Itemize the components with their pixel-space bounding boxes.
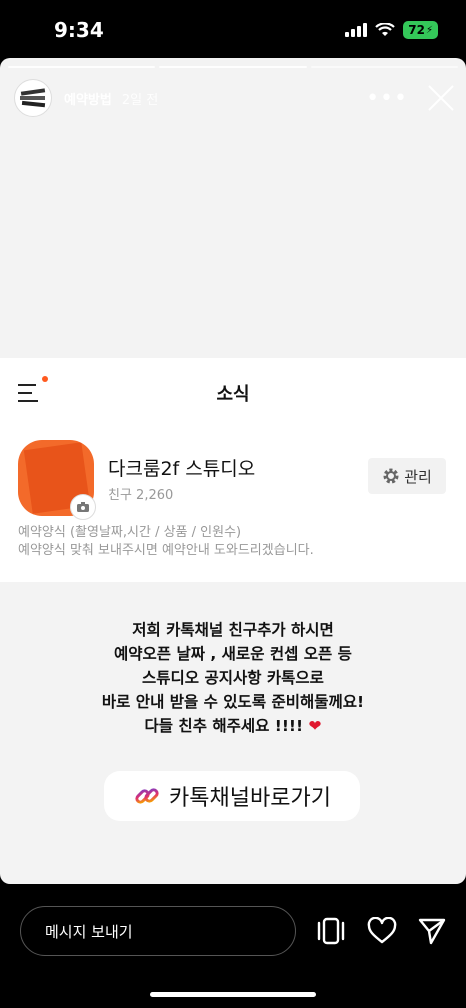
channel-description: 예약양식 (촬영날짜,시간 / 상품 / 인원수) 예약양식 맞춰 보내주시면 … <box>0 518 466 560</box>
link-sticker[interactable]: 카톡채널바로가기 <box>104 771 360 821</box>
status-time: 9:34 <box>54 18 104 42</box>
charging-icon: ⚡ <box>425 24 433 36</box>
home-indicator <box>150 992 316 997</box>
story-text-line: 저희 카톡채널 친구추가 하시면 <box>132 621 334 639</box>
red-heart-icon: ❤ <box>308 717 322 735</box>
kakao-channel-card: 소식 다크룸2f 스튜디오 친구 2,260 관리 예약양식 (촬영날짜,시간 … <box>0 358 466 582</box>
close-icon[interactable] <box>426 83 456 113</box>
progress-segment <box>159 66 307 68</box>
kakao-topbar: 소식 <box>0 358 466 428</box>
channel-name: 다크룸2f 스튜디오 <box>108 458 256 480</box>
story-text-line5: 다들 친추 해주세요 !!!! <box>144 717 304 735</box>
story-text-line: 예약오픈 날짜 , 새로운 컨셉 오픈 등 <box>114 645 352 663</box>
progress-segment <box>310 66 458 68</box>
kakao-page-title: 소식 <box>216 384 250 405</box>
status-icons: 72 ⚡ <box>345 21 438 39</box>
channel-profile-row: 다크룸2f 스튜디오 친구 2,260 관리 <box>0 428 466 520</box>
avatar[interactable] <box>14 79 52 117</box>
story-text-line: 바로 안내 받을 수 있도록 준비해둘께요! <box>101 693 365 711</box>
bottom-bar: 메시지 보내기 <box>0 884 466 1008</box>
status-bar: 9:34 72 ⚡ <box>0 0 466 58</box>
message-placeholder: 메시지 보내기 <box>45 922 133 941</box>
manage-button: 관리 <box>368 458 446 494</box>
wifi-icon <box>375 23 396 36</box>
channel-desc-line: 예약양식 (촬영날짜,시간 / 상품 / 인원수) <box>18 525 242 540</box>
progress-segment <box>8 66 156 68</box>
story-header: 예약방법 2일 전 ••• <box>14 76 456 120</box>
story-progress <box>8 66 458 68</box>
send-icon[interactable] <box>417 916 447 946</box>
story-text: 저희 카톡채널 친구추가 하시면 예약오픈 날짜 , 새로운 컨셉 오픈 등 스… <box>0 618 466 738</box>
story-text-line: 스튜디오 공지사항 카톡으로 <box>142 669 324 687</box>
link-icon <box>135 788 159 804</box>
story-username[interactable]: 예약방법 <box>64 89 112 108</box>
channel-desc-line: 예약양식 맞춰 보내주시면 예약안내 도와드리겠습니다. <box>18 543 314 558</box>
link-sticker-label: 카톡채널바로가기 <box>169 786 331 811</box>
story-frame[interactable]: 예약방법 2일 전 ••• 소식 다크룸2f 스튜디오 친구 2,260 관리 … <box>0 58 466 884</box>
story-post-age: 2일 전 <box>121 92 159 108</box>
menu-icon <box>18 384 42 402</box>
signal-icon <box>345 23 368 37</box>
message-input[interactable]: 메시지 보내기 <box>20 906 296 956</box>
story-text-line: 다들 친추 해주세요 !!!! ❤ <box>0 714 466 738</box>
story-layout-icon[interactable] <box>316 916 346 946</box>
notification-dot <box>42 376 48 382</box>
heart-icon[interactable] <box>367 916 397 946</box>
channel-friends-count: 친구 2,260 <box>108 488 174 503</box>
more-options-icon[interactable]: ••• <box>366 86 408 111</box>
studio-logo-icon <box>20 88 46 108</box>
gear-icon <box>383 468 399 484</box>
battery-indicator: 72 ⚡ <box>403 21 438 39</box>
camera-icon <box>70 494 96 520</box>
manage-label: 관리 <box>404 467 432 486</box>
battery-level: 72 <box>408 23 425 37</box>
